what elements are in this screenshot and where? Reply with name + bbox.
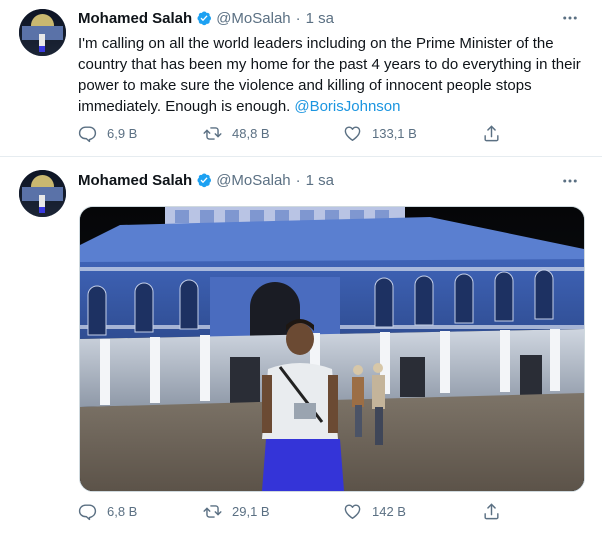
author-handle[interactable]: @MoSalah: [216, 10, 290, 27]
author-handle[interactable]: @MoSalah: [216, 172, 290, 189]
retweet-button[interactable]: 48,8 B: [203, 124, 270, 143]
tweet-text: I'm calling on all the world leaders inc…: [78, 33, 588, 117]
retweet-count: 29,1 B: [232, 504, 270, 519]
like-icon: [343, 502, 362, 521]
author-name[interactable]: Mohamed Salah: [78, 10, 192, 27]
like-icon: [343, 124, 362, 143]
avatar[interactable]: [19, 170, 66, 217]
reply-count: 6,9 B: [107, 126, 138, 141]
like-button[interactable]: 142 B: [343, 502, 406, 521]
tweet-header: Mohamed Salah @MoSalah · 1 sa: [78, 171, 334, 189]
share-icon: [482, 502, 501, 521]
retweet-button[interactable]: 29,1 B: [203, 502, 270, 521]
like-count: 133,1 B: [372, 126, 417, 141]
timestamp[interactable]: 1 sa: [306, 10, 334, 27]
separator: ·: [295, 171, 301, 189]
like-count: 142 B: [372, 504, 406, 519]
timestamp[interactable]: 1 sa: [306, 172, 334, 189]
like-button[interactable]: 133,1 B: [343, 124, 417, 143]
tweet-actions: 6,9 B 48,8 B 133,1 B: [78, 124, 508, 146]
tweet-header: Mohamed Salah @MoSalah · 1 sa: [78, 9, 334, 27]
photo-illustration: [80, 207, 584, 491]
tweet[interactable]: Mohamed Salah @MoSalah · 1 sa I'm callin…: [0, 0, 602, 157]
retweet-icon: [203, 502, 222, 521]
retweet-count: 48,8 B: [232, 126, 270, 141]
tweet-actions: 6,8 B 29,1 B 142 B: [78, 502, 508, 524]
tweet-photo[interactable]: [79, 206, 585, 492]
reply-button[interactable]: 6,9 B: [78, 124, 137, 143]
verified-badge-icon: [196, 10, 212, 26]
avatar[interactable]: [19, 9, 66, 56]
verified-badge-icon: [196, 172, 212, 188]
share-button[interactable]: [482, 124, 501, 143]
reply-icon: [78, 502, 97, 521]
more-icon[interactable]: [560, 8, 580, 28]
reply-button[interactable]: 6,8 B: [78, 502, 137, 521]
separator: ·: [295, 9, 301, 27]
author-name[interactable]: Mohamed Salah: [78, 172, 192, 189]
reply-icon: [78, 124, 97, 143]
more-icon[interactable]: [560, 171, 580, 191]
reply-count: 6,8 B: [107, 504, 138, 519]
tweet[interactable]: Mohamed Salah @MoSalah · 1 sa 6,8 B 29,1…: [0, 157, 602, 534]
share-icon: [482, 124, 501, 143]
share-button[interactable]: [482, 502, 501, 521]
mention-link[interactable]: @BorisJohnson: [294, 98, 400, 115]
retweet-icon: [203, 124, 222, 143]
